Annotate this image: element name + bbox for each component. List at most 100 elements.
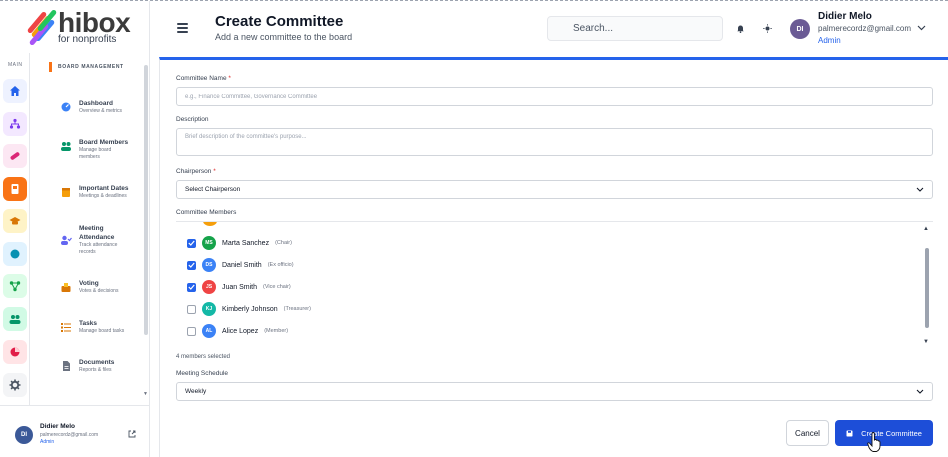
member-checkbox[interactable] xyxy=(187,282,196,292)
page-subtitle: Add a new committee to the board xyxy=(215,32,353,42)
menu-section-title: BOARD MANAGEMENT xyxy=(49,62,124,72)
committee-name-label: Committee Name * xyxy=(176,75,231,82)
dashboard-icon xyxy=(60,101,72,113)
header-user-role: Admin xyxy=(818,36,841,45)
avatar: JS xyxy=(202,280,216,294)
create-committee-form: Committee Name * Description Chairperson… xyxy=(159,57,948,457)
rail-button-circle[interactable] xyxy=(3,242,27,266)
pie-icon xyxy=(10,347,20,357)
document-icon xyxy=(60,360,72,372)
member-name: Kimberly Johnson xyxy=(222,305,278,313)
rail-button-gear[interactable] xyxy=(3,373,27,397)
pill-icon xyxy=(10,152,20,160)
top-header: Create Committee Add a new committee to … xyxy=(150,1,948,56)
meeting-schedule-label: Meeting Schedule xyxy=(176,370,229,377)
rail-button-board[interactable] xyxy=(3,177,27,201)
committee-name-input[interactable] xyxy=(176,87,933,106)
sidebar-item-board-members[interactable]: Board Members Manage board members xyxy=(60,138,146,161)
rail-button-pie[interactable] xyxy=(3,340,27,364)
sidebar-item-voting[interactable]: Voting Votes & decisions xyxy=(60,279,146,295)
rail-button-cap[interactable] xyxy=(3,209,27,233)
chairperson-label: Chairperson * xyxy=(176,168,216,175)
bell-icon[interactable] xyxy=(736,24,745,33)
search-input[interactable] xyxy=(547,16,723,41)
members-selected-count: 4 members selected xyxy=(176,354,231,360)
tasks-icon xyxy=(60,321,72,333)
page-title: Create Committee xyxy=(215,13,344,30)
member-name: Alice Lopez xyxy=(222,327,259,335)
meeting-schedule-select[interactable]: Weekly xyxy=(176,382,933,401)
board-icon xyxy=(11,184,19,194)
menu-scrollbar[interactable] xyxy=(144,65,148,335)
member-checkbox[interactable] xyxy=(187,304,196,314)
rail-button-home[interactable] xyxy=(3,79,27,103)
members-list[interactable]: MS Marta Sanchez (Chair) DS Daniel Smith (Ex … xyxy=(176,221,933,347)
members-scrollbar[interactable] xyxy=(925,248,929,328)
header-user-name: Didier Melo xyxy=(818,11,872,22)
sidebar-item-important-dates[interactable]: Important Dates Meetings & deadlines xyxy=(60,184,146,200)
share-icon xyxy=(9,281,21,292)
scroll-up-icon[interactable]: ▲ xyxy=(923,226,929,232)
avatar: KJ xyxy=(202,302,216,316)
save-icon xyxy=(846,430,853,436)
rail-button-people[interactable] xyxy=(3,307,27,331)
member-name: Marta Sanchez xyxy=(222,239,270,247)
user-role: Admin xyxy=(40,439,55,445)
chevron-down-icon[interactable] xyxy=(917,25,926,31)
rail-button-pill[interactable] xyxy=(3,144,27,168)
scroll-down-icon[interactable]: ▼ xyxy=(143,391,148,397)
sidebar-item-dashboard[interactable]: Dashboard Overview & metrics xyxy=(60,99,146,115)
member-row[interactable]: JS Juan Smith (Vice chair) xyxy=(187,279,291,295)
sidebar-item-documents[interactable]: Documents Reports & files xyxy=(60,358,146,374)
member-checkbox[interactable] xyxy=(187,326,196,336)
avatar: DS xyxy=(202,258,216,272)
user-name: Didier Melo xyxy=(40,423,76,430)
scroll-down-icon[interactable]: ▼ xyxy=(923,339,929,345)
calendar-icon xyxy=(60,186,72,198)
chairperson-select[interactable]: Select Chairperson xyxy=(176,180,933,199)
sidebar-user-card: DI Didier Melo palmerecordz@gmail.com Ad… xyxy=(0,405,150,457)
gear-icon xyxy=(9,379,21,391)
committee-members-label: Committee Members xyxy=(176,209,237,216)
app-window: hibox for nonprofits MAIN BOARD MANAGEME… xyxy=(0,0,948,457)
member-role: (Ex officio) xyxy=(267,262,294,268)
member-role: (Chair) xyxy=(275,240,292,246)
org-chart-icon xyxy=(9,118,21,129)
hibox-logo-icon xyxy=(24,8,58,47)
member-name: Juan Smith xyxy=(222,283,258,291)
theme-toggle-icon[interactable] xyxy=(763,24,772,33)
chevron-down-icon xyxy=(916,187,924,192)
brand-logo[interactable]: hibox for nonprofits xyxy=(0,1,150,53)
member-checkbox[interactable] xyxy=(187,260,196,270)
avatar[interactable]: DI xyxy=(15,426,33,444)
chevron-down-icon xyxy=(916,389,924,394)
users-icon xyxy=(60,140,72,152)
icon-rail: MAIN xyxy=(0,53,30,405)
sidebar-item-meeting-attendance[interactable]: Meeting Attendance Track attendance recor… xyxy=(60,224,146,256)
description-label: Description xyxy=(176,116,209,123)
people-icon xyxy=(9,315,21,324)
member-row[interactable]: DS Daniel Smith (Ex officio) xyxy=(187,257,294,273)
cancel-button[interactable]: Cancel xyxy=(786,420,829,446)
rail-button-share[interactable] xyxy=(3,274,27,298)
member-row[interactable]: MS Marta Sanchez (Chair) xyxy=(187,235,292,251)
external-link-icon[interactable] xyxy=(128,430,136,438)
member-row[interactable]: KJ Kimberly Johnson (Treasurer) xyxy=(187,301,311,317)
avatar[interactable]: DI xyxy=(790,19,810,39)
rail-label: MAIN xyxy=(8,62,23,68)
member-row[interactable]: AL Alice Lopez (Member) xyxy=(187,323,288,339)
description-textarea[interactable] xyxy=(176,128,933,156)
create-committee-button[interactable]: Create Committee xyxy=(835,420,933,446)
cap-icon xyxy=(9,217,21,225)
home-icon xyxy=(10,86,20,96)
member-checkbox[interactable] xyxy=(187,238,196,248)
user-email: palmerecordz@gmail.com xyxy=(40,432,99,438)
rail-button-org-chart[interactable] xyxy=(3,112,27,136)
member-role: (Treasurer) xyxy=(283,306,311,312)
avatar: AL xyxy=(202,324,216,338)
circle-icon xyxy=(10,249,20,259)
member-role: (Vice chair) xyxy=(263,284,291,290)
sidebar-item-tasks[interactable]: Tasks Manage board tasks xyxy=(60,319,146,335)
header-user-email: palmerecordz@gmail.com xyxy=(818,24,912,33)
menu-toggle-icon[interactable] xyxy=(177,23,188,33)
